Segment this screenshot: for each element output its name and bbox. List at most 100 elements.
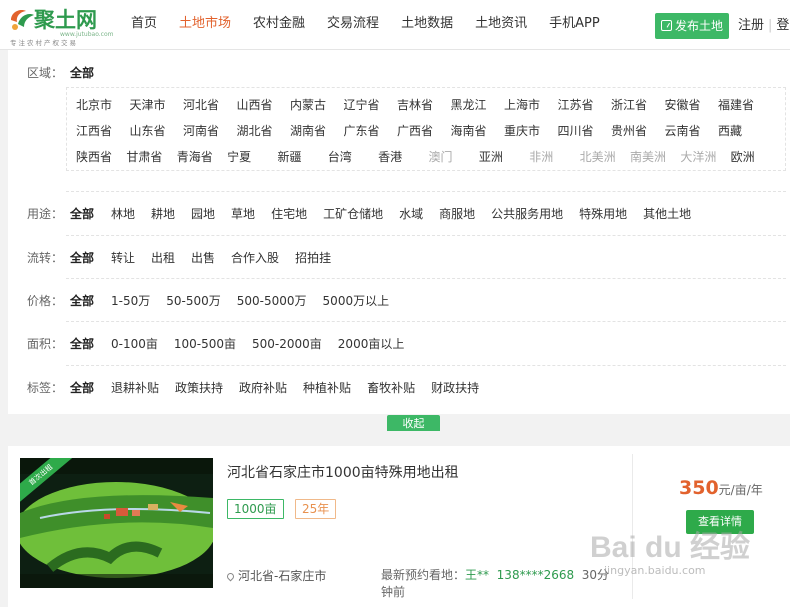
region-option[interactable]: 贵州省: [611, 122, 665, 148]
region-option[interactable]: 甘肃省: [126, 148, 176, 174]
region-option[interactable]: 天津市: [130, 96, 184, 122]
region-option[interactable]: 江苏省: [558, 96, 612, 122]
region-option[interactable]: 陕西省: [76, 148, 126, 174]
booking-name: 王**: [465, 568, 490, 582]
nav-land-data[interactable]: 土地数据: [390, 0, 464, 50]
usage-option[interactable]: 公共服务用地: [491, 205, 563, 222]
region-option[interactable]: 广西省: [397, 122, 451, 148]
tag-option[interactable]: 财政扶持: [431, 379, 479, 396]
region-option[interactable]: 上海市: [504, 96, 558, 122]
nav-mobile-app[interactable]: 手机APP: [538, 0, 611, 50]
filter-label-usage: 用途：: [27, 207, 64, 221]
publish-land-button[interactable]: 发布土地: [655, 13, 729, 39]
view-detail-button[interactable]: 查看详情: [686, 510, 754, 534]
filter-tags-all[interactable]: 全部: [70, 379, 94, 396]
region-option[interactable]: 海南省: [451, 122, 505, 148]
region-option[interactable]: 宁夏: [227, 148, 277, 174]
tag-option[interactable]: 畜牧补贴: [367, 379, 415, 396]
region-option[interactable]: 河北省: [183, 96, 237, 122]
nav-land-news[interactable]: 土地资讯: [464, 0, 538, 50]
price-option[interactable]: 5000万以上: [323, 292, 390, 309]
transfer-option[interactable]: 出售: [191, 249, 215, 266]
usage-option[interactable]: 其他土地: [643, 205, 691, 222]
usage-option[interactable]: 住宅地: [271, 205, 307, 222]
region-option[interactable]: 辽宁省: [344, 96, 398, 122]
region-option[interactable]: 新疆: [277, 148, 327, 174]
region-option[interactable]: 青海省: [177, 148, 227, 174]
usage-option[interactable]: 草地: [231, 205, 255, 222]
filter-label-area: 面积：: [27, 337, 64, 351]
area-option[interactable]: 2000亩以上: [338, 335, 405, 352]
price-option[interactable]: 1-50万: [111, 292, 150, 309]
region-option[interactable]: 安徽省: [665, 96, 719, 122]
nav-trade-process[interactable]: 交易流程: [316, 0, 390, 50]
usage-option[interactable]: 水域: [399, 205, 423, 222]
region-option[interactable]: 黑龙江: [451, 96, 505, 122]
nav-home[interactable]: 首页: [120, 0, 168, 50]
region-option[interactable]: 重庆市: [504, 122, 558, 148]
filter-area-all[interactable]: 全部: [70, 335, 94, 352]
filter-usage-all[interactable]: 全部: [70, 205, 94, 222]
tag-option[interactable]: 退耕补贴: [111, 379, 159, 396]
usage-option[interactable]: 园地: [191, 205, 215, 222]
listing-location: 河北省-石家庄市: [225, 567, 326, 584]
region-option[interactable]: 福建省: [718, 96, 772, 122]
region-option[interactable]: 江西省: [76, 122, 130, 148]
transfer-option[interactable]: 出租: [151, 249, 175, 266]
region-option[interactable]: 山西省: [237, 96, 291, 122]
register-link[interactable]: 注册: [738, 18, 764, 33]
region-option[interactable]: 湖北省: [237, 122, 291, 148]
region-option[interactable]: 四川省: [558, 122, 612, 148]
filter-region-all[interactable]: 全部: [70, 64, 94, 81]
region-option[interactable]: 内蒙古: [290, 96, 344, 122]
region-option[interactable]: 河南省: [183, 122, 237, 148]
tag-option[interactable]: 种植补贴: [303, 379, 351, 396]
usage-option[interactable]: 工矿仓储地: [323, 205, 383, 222]
nav-rural-finance[interactable]: 农村金融: [242, 0, 316, 50]
region-option[interactable]: 西藏: [718, 122, 772, 148]
region-option[interactable]: 山东省: [130, 122, 184, 148]
tag-option[interactable]: 政府补贴: [239, 379, 287, 396]
filter-price-all[interactable]: 全部: [70, 292, 94, 309]
price-option[interactable]: 500-5000万: [237, 292, 307, 309]
transfer-option[interactable]: 合作入股: [231, 249, 279, 266]
region-option[interactable]: 亚洲: [479, 148, 529, 174]
region-option[interactable]: 大洋洲: [680, 148, 730, 174]
region-option[interactable]: 湖南省: [290, 122, 344, 148]
price-option[interactable]: 50-500万: [166, 292, 221, 309]
area-option[interactable]: 100-500亩: [174, 335, 236, 352]
region-option[interactable]: 欧洲: [731, 148, 781, 174]
site-logo[interactable]: 聚土网 www.jutubao.com 专注农村产权交易: [8, 4, 118, 47]
region-option[interactable]: 南美洲: [630, 148, 680, 174]
region-option[interactable]: 云南省: [665, 122, 719, 148]
nav-land-market[interactable]: 土地市场: [168, 0, 242, 50]
filter-transfer-all[interactable]: 全部: [70, 249, 94, 266]
region-option[interactable]: 浙江省: [611, 96, 665, 122]
region-option[interactable]: 吉林省: [397, 96, 451, 122]
edit-icon: [660, 20, 672, 31]
listing-title[interactable]: 河北省石家庄市1000亩特殊用地出租: [227, 462, 459, 482]
usage-option[interactable]: 林地: [111, 205, 135, 222]
logo-mark-icon: [11, 10, 34, 30]
region-option[interactable]: 香港: [378, 148, 428, 174]
top-header: 聚土网 www.jutubao.com 专注农村产权交易 首页 土地市场 农村金…: [0, 0, 790, 50]
region-option[interactable]: 广东省: [344, 122, 398, 148]
card-divider: [632, 454, 633, 599]
region-option[interactable]: 北京市: [76, 96, 130, 122]
area-option[interactable]: 500-2000亩: [252, 335, 322, 352]
region-option[interactable]: 台湾: [328, 148, 378, 174]
usage-option[interactable]: 特殊用地: [579, 205, 627, 222]
tag-option[interactable]: 政策扶持: [175, 379, 223, 396]
login-link[interactable]: 登: [776, 18, 789, 33]
region-option[interactable]: 北美洲: [580, 148, 630, 174]
transfer-option[interactable]: 招拍挂: [295, 249, 331, 266]
transfer-option[interactable]: 转让: [111, 249, 135, 266]
usage-option[interactable]: 商服地: [439, 205, 475, 222]
area-option[interactable]: 0-100亩: [111, 335, 158, 352]
region-option[interactable]: 澳门: [429, 148, 479, 174]
usage-option[interactable]: 耕地: [151, 205, 175, 222]
region-option[interactable]: 非洲: [529, 148, 579, 174]
listing-thumbnail[interactable]: 首次出租: [20, 458, 213, 588]
collapse-button[interactable]: 收起: [387, 415, 440, 431]
user-links: 注册 | 登: [738, 0, 789, 50]
